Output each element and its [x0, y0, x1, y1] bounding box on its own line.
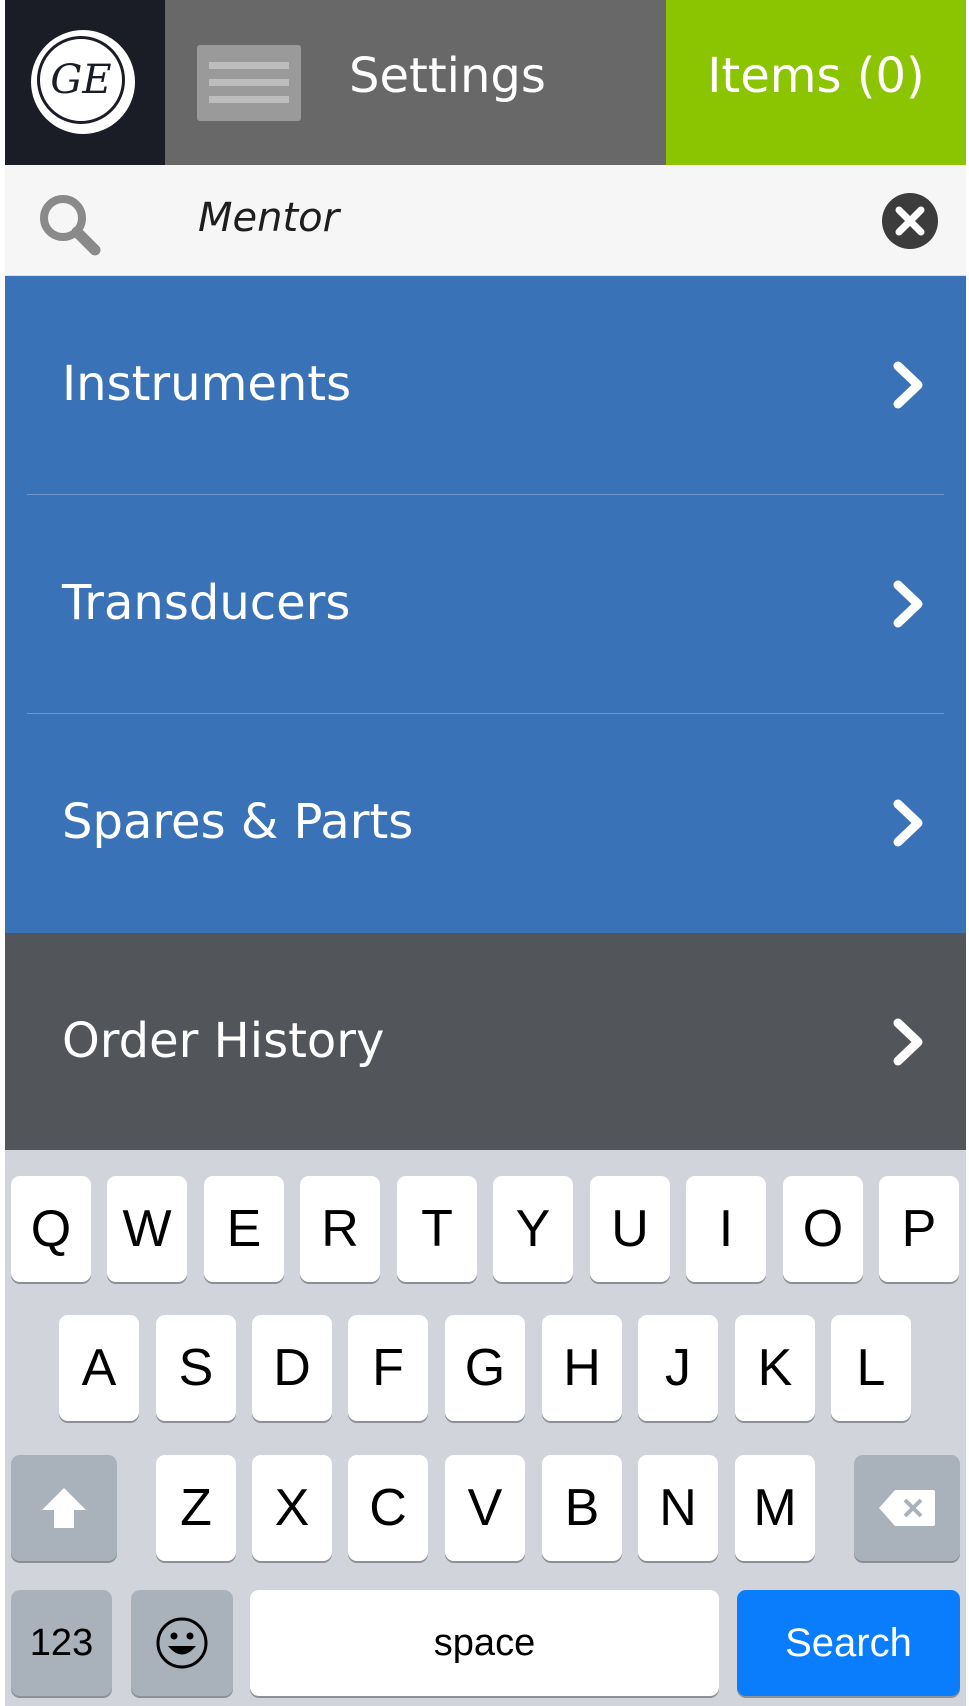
key-w[interactable]: W	[107, 1176, 187, 1282]
menu-item-label: Spares & Parts	[62, 794, 414, 850]
key-r[interactable]: R	[300, 1176, 380, 1282]
ge-logo-mark: GE	[37, 36, 125, 124]
ge-logo: GE	[31, 30, 135, 134]
app-header: GE Settings Items (0)	[5, 0, 966, 165]
key-c[interactable]: C	[348, 1455, 428, 1561]
key-f[interactable]: F	[348, 1315, 428, 1421]
menu-item-instruments[interactable]: Instruments	[5, 276, 966, 495]
cart-items-button[interactable]: Items (0)	[666, 0, 966, 165]
chevron-right-icon	[893, 580, 923, 628]
clear-search-icon[interactable]	[880, 191, 940, 251]
key-y[interactable]: Y	[493, 1176, 573, 1282]
backspace-icon	[879, 1490, 935, 1526]
search-bar: Mentor	[5, 165, 966, 276]
category-list: Instruments Transducers Spares & Parts O…	[5, 276, 966, 1151]
key-k[interactable]: K	[735, 1315, 815, 1421]
key-l[interactable]: L	[831, 1315, 911, 1421]
key-d[interactable]: D	[252, 1315, 332, 1421]
search-icon	[40, 195, 101, 256]
menu-item-order-history[interactable]: Order History	[5, 933, 966, 1151]
menu-item-label: Instruments	[62, 356, 352, 412]
cart-items-label: Items (0)	[707, 48, 925, 104]
settings-label[interactable]: Settings	[349, 48, 546, 104]
hamburger-menu-icon[interactable]	[197, 45, 301, 121]
space-key[interactable]: space	[250, 1590, 719, 1696]
key-n[interactable]: N	[638, 1455, 718, 1561]
key-s[interactable]: S	[156, 1315, 236, 1421]
shift-key[interactable]	[11, 1455, 117, 1561]
key-e[interactable]: E	[204, 1176, 284, 1282]
shift-icon	[42, 1488, 86, 1528]
key-o[interactable]: O	[783, 1176, 863, 1282]
logo-area[interactable]: GE	[5, 0, 165, 165]
key-b[interactable]: B	[542, 1455, 622, 1561]
key-p[interactable]: P	[879, 1176, 959, 1282]
search-input[interactable]: Mentor	[198, 195, 339, 241]
search-key[interactable]: Search	[737, 1590, 960, 1696]
key-g[interactable]: G	[445, 1315, 525, 1421]
backspace-key[interactable]	[854, 1455, 960, 1561]
emoji-icon	[156, 1617, 208, 1669]
app-screen: GE Settings Items (0) Mentor Instruments…	[5, 0, 966, 1706]
key-u[interactable]: U	[590, 1176, 670, 1282]
key-t[interactable]: T	[397, 1176, 477, 1282]
key-i[interactable]: I	[686, 1176, 766, 1282]
menu-item-label: Order History	[62, 1013, 385, 1069]
chevron-right-icon	[893, 1018, 923, 1066]
key-q[interactable]: Q	[11, 1176, 91, 1282]
emoji-key[interactable]	[131, 1590, 233, 1696]
key-j[interactable]: J	[638, 1315, 718, 1421]
key-z[interactable]: Z	[156, 1455, 236, 1561]
menu-item-spares-parts[interactable]: Spares & Parts	[5, 714, 966, 933]
chevron-right-icon	[893, 799, 923, 847]
key-x[interactable]: X	[252, 1455, 332, 1561]
key-m[interactable]: M	[735, 1455, 815, 1561]
settings-area[interactable]: Settings	[165, 0, 666, 165]
key-v[interactable]: V	[445, 1455, 525, 1561]
chevron-right-icon	[893, 361, 923, 409]
menu-item-transducers[interactable]: Transducers	[5, 495, 966, 714]
menu-item-label: Transducers	[62, 575, 351, 631]
key-h[interactable]: H	[542, 1315, 622, 1421]
key-a[interactable]: A	[59, 1315, 139, 1421]
onscreen-keyboard: Q W E R T Y U I O P A S D F G H J K L Z …	[5, 1150, 966, 1706]
numbers-key[interactable]: 123	[11, 1590, 112, 1696]
